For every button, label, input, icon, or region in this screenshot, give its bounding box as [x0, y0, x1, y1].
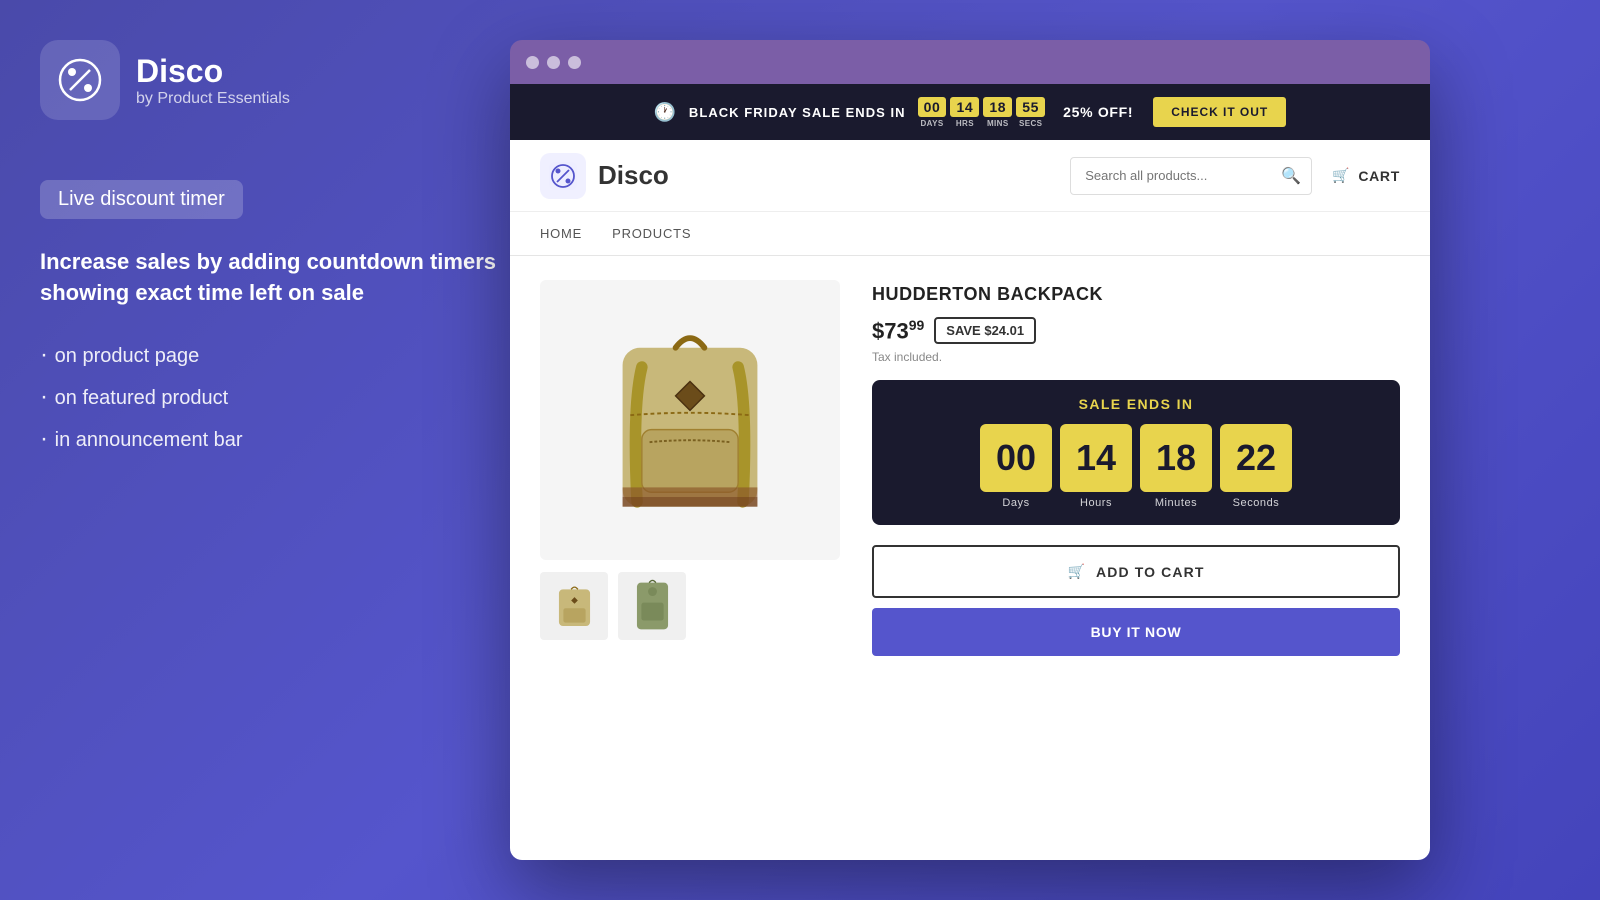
- product-thumb-1[interactable]: [540, 572, 608, 640]
- cart-icon: 🛒: [1332, 167, 1350, 184]
- product-page: HUDDERTON BACKPACK $7399 SAVE $24.01 Tax…: [510, 256, 1430, 860]
- feature-badge: Live discount timer: [40, 180, 243, 219]
- store-name: Disco: [598, 160, 669, 191]
- clock-icon: 🕐: [654, 102, 677, 123]
- mini-days: 00 DAYS: [918, 97, 947, 128]
- countdown-hours-num: 14: [1060, 424, 1132, 492]
- feature-item-1: on product page: [40, 341, 500, 369]
- countdown-minutes: 18 Minutes: [1140, 424, 1212, 509]
- add-to-cart-label: ADD TO CART: [1096, 564, 1205, 580]
- product-images: [540, 280, 840, 836]
- product-countdown: 00 Days 14 Hours 18 Minutes 22 Seconds: [888, 424, 1384, 509]
- announcement-sale-text: BLACK FRIDAY SALE ENDS IN: [689, 105, 906, 120]
- store-search[interactable]: 🔍: [1070, 157, 1312, 195]
- app-subtitle: by Product Essentials: [136, 90, 290, 108]
- app-icon: [40, 40, 120, 120]
- save-badge: SAVE $24.01: [934, 317, 1036, 344]
- product-thumb-2[interactable]: [618, 572, 686, 640]
- cart-button[interactable]: 🛒 CART: [1332, 167, 1400, 184]
- store-logo-icon: [540, 153, 586, 199]
- search-button[interactable]: 🔍: [1271, 158, 1311, 194]
- mini-minutes: 18 MINS: [983, 97, 1012, 128]
- announcement-bar: 🕐 BLACK FRIDAY SALE ENDS IN 00 DAYS 14 H…: [510, 84, 1430, 140]
- app-name: Disco: [136, 53, 290, 90]
- feature-description: Increase sales by adding countdown timer…: [40, 247, 500, 309]
- browser-dot-yellow: [547, 56, 560, 69]
- app-title-block: Disco by Product Essentials: [136, 53, 290, 108]
- store-nav: HOME PRODUCTS: [510, 212, 1430, 256]
- countdown-seconds: 22 Seconds: [1220, 424, 1292, 509]
- browser-chrome: [510, 40, 1430, 84]
- price-cents: 99: [909, 317, 925, 333]
- price-row: $7399 SAVE $24.01: [872, 317, 1400, 344]
- add-to-cart-button[interactable]: 🛒 ADD TO CART: [872, 545, 1400, 598]
- countdown-seconds-num: 22: [1220, 424, 1292, 492]
- announcement-countdown: 00 DAYS 14 HRS 18 MINS 55 SECS: [918, 97, 1046, 128]
- countdown-hours: 14 Hours: [1060, 424, 1132, 509]
- store-logo: Disco: [540, 153, 1070, 199]
- feature-item-2: on featured product: [40, 383, 500, 411]
- cart-label: CART: [1358, 168, 1400, 184]
- nav-products[interactable]: PRODUCTS: [612, 226, 691, 241]
- tax-note: Tax included.: [872, 350, 1400, 364]
- countdown-minutes-label: Minutes: [1155, 497, 1197, 509]
- nav-home[interactable]: HOME: [540, 226, 582, 241]
- product-main-image: [540, 280, 840, 560]
- feature-list: on product page on featured product in a…: [40, 341, 500, 453]
- product-thumbnails: [540, 572, 840, 640]
- cart-icon-btn: 🛒: [1067, 563, 1086, 580]
- left-panel: Disco by Product Essentials Live discoun…: [40, 40, 500, 467]
- app-header: Disco by Product Essentials: [40, 40, 500, 120]
- sale-countdown-box: SALE ENDS IN 00 Days 14 Hours 18 Minutes: [872, 380, 1400, 525]
- buy-now-button[interactable]: BUY IT NOW: [872, 608, 1400, 656]
- countdown-days-label: Days: [1002, 497, 1029, 509]
- discount-badge: 25% OFF!: [1063, 104, 1133, 120]
- browser-dot-green: [568, 56, 581, 69]
- product-price: $7399: [872, 317, 924, 344]
- price-dollars: $73: [872, 318, 909, 343]
- countdown-hours-label: Hours: [1080, 497, 1112, 509]
- search-input[interactable]: [1071, 160, 1271, 191]
- sale-ends-label: SALE ENDS IN: [888, 396, 1384, 412]
- countdown-days-num: 00: [980, 424, 1052, 492]
- feature-item-3: in announcement bar: [40, 425, 500, 453]
- mini-seconds: 55 SECS: [1016, 97, 1045, 128]
- countdown-seconds-label: Seconds: [1233, 497, 1280, 509]
- product-name: HUDDERTON BACKPACK: [872, 284, 1400, 305]
- check-it-out-button[interactable]: CHECK IT OUT: [1153, 97, 1286, 127]
- product-details: HUDDERTON BACKPACK $7399 SAVE $24.01 Tax…: [872, 280, 1400, 836]
- countdown-minutes-num: 18: [1140, 424, 1212, 492]
- browser-window: 🕐 BLACK FRIDAY SALE ENDS IN 00 DAYS 14 H…: [510, 40, 1430, 860]
- mini-hours: 14 HRS: [950, 97, 979, 128]
- browser-dot-red: [526, 56, 539, 69]
- store-header: Disco 🔍 🛒 CART: [510, 140, 1430, 212]
- countdown-days: 00 Days: [980, 424, 1052, 509]
